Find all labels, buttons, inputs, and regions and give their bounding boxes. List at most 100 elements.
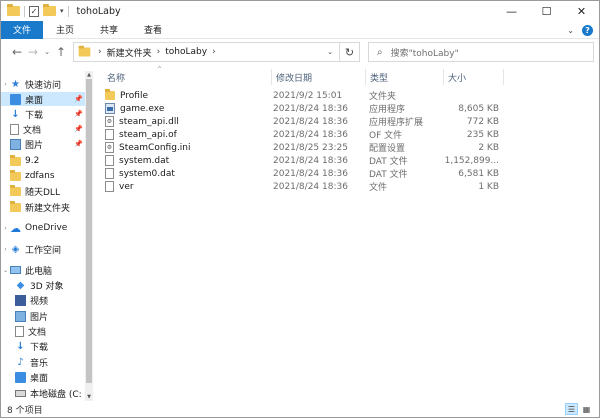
expand-icon[interactable]: › — [1, 81, 10, 88]
sidebar-label: 下载 — [30, 342, 49, 353]
pin-icon: 📌 — [74, 95, 83, 103]
scrollbar-thumb[interactable] — [86, 79, 92, 383]
recent-locations-button[interactable]: ⌄ — [41, 42, 53, 62]
tab-share[interactable]: 共享 — [87, 21, 131, 39]
file-row[interactable]: ver 2021/8/24 18:36 文件 1 KB — [105, 180, 597, 193]
sidebar-item-pictures[interactable]: 图片 📌 — [1, 137, 85, 151]
minimize-button[interactable]: — — [494, 1, 529, 21]
sidebar-item-local-disk[interactable]: 本地磁盘 (C: — [1, 386, 85, 400]
expand-icon[interactable]: › — [1, 246, 10, 253]
quick-access-toolbar: ✓ ▾ — [1, 4, 69, 17]
new-folder-icon[interactable] — [43, 4, 56, 16]
sidebar-item-3d-objects[interactable]: ◆ 3D 对象 — [1, 278, 85, 292]
help-icon[interactable]: ? — [582, 24, 593, 36]
file-type: 配置设置 — [369, 144, 406, 154]
sidebar-item-pc-downloads[interactable]: ↓ 下载 — [1, 339, 85, 353]
download-icon: ↓ — [11, 108, 20, 120]
title-bar: ✓ ▾ tohoLaby — ☐ ✕ — [1, 1, 599, 21]
breadcrumb-item[interactable]: tohoLaby — [165, 47, 207, 57]
sidebar-item-music[interactable]: ♪ 音乐 — [1, 355, 85, 369]
tab-home[interactable]: 主页 — [43, 21, 87, 39]
sidebar-label: 下载 — [25, 110, 44, 121]
file-row[interactable]: system.dat 2021/8/24 18:36 DAT 文件 1,152,… — [105, 154, 597, 167]
file-row[interactable]: Profile 2021/9/2 15:01 文件夹 — [105, 89, 597, 102]
config-icon: ⚙ — [105, 142, 114, 153]
sidebar-label: 新建文件夹 — [25, 203, 71, 214]
sidebar-item-pc-desktop[interactable]: 桌面 — [1, 370, 85, 384]
sidebar-item-this-pc[interactable]: ⌄ 此电脑 — [1, 263, 85, 277]
sidebar-item-quick-access[interactable]: › ★ 快速访问 — [1, 77, 85, 91]
window-controls: — ☐ ✕ — [494, 1, 599, 21]
sidebar-item-desktop[interactable]: 桌面 📌 — [1, 92, 85, 106]
large-icons-view-icon[interactable]: ▦ — [580, 403, 593, 415]
exe-icon — [105, 103, 115, 114]
breadcrumb-item[interactable]: 新建文件夹 — [107, 46, 152, 59]
expand-icon[interactable]: ⌄ — [1, 267, 10, 274]
sidebar-item-videos[interactable]: 视频 — [1, 293, 85, 307]
sidebar-item-folder-zdfans[interactable]: zdfans — [1, 169, 85, 183]
file-date: 2021/8/24 18:36 — [273, 116, 348, 127]
file-name: Profile — [120, 90, 148, 101]
sidebar-item-folder-9-2[interactable]: 9.2 — [1, 154, 85, 168]
sidebar-item-folder-dll[interactable]: 随天DLL — [1, 184, 85, 198]
sidebar-item-onedrive[interactable]: › ☁ OneDrive — [1, 221, 85, 235]
folder-icon — [10, 200, 21, 212]
refresh-button[interactable]: ↻ — [339, 43, 359, 61]
tab-view[interactable]: 查看 — [131, 21, 175, 39]
file-row[interactable]: steam_api.of 2021/8/24 18:36 OF 文件 235 K… — [105, 128, 597, 141]
file-type: DAT 文件 — [369, 157, 408, 167]
file-icon — [105, 168, 114, 179]
search-box[interactable]: ⌕ 搜索"tohoLaby" — [368, 42, 594, 62]
sidebar-scrollbar[interactable]: ▲ ▼ — [85, 71, 93, 401]
back-button[interactable]: ← — [9, 42, 25, 62]
search-placeholder: 搜索"tohoLaby" — [390, 48, 459, 59]
chevron-down-icon[interactable]: ▾ — [60, 7, 64, 15]
file-date: 2021/8/24 18:36 — [273, 155, 348, 166]
sidebar-item-documents[interactable]: 文档 📌 — [1, 122, 85, 136]
file-row[interactable]: game.exe 2021/8/24 18:36 应用程序 8,605 KB — [105, 102, 597, 115]
file-row[interactable]: ⚙ steam_api.dll 2021/8/24 18:36 应用程序扩展 77… — [105, 115, 597, 128]
column-header-size[interactable]: 大小 — [443, 69, 503, 85]
sidebar-label: 音乐 — [30, 358, 49, 369]
up-button[interactable]: ↑ — [53, 42, 69, 62]
forward-button[interactable]: → — [25, 42, 41, 62]
pictures-icon — [10, 138, 21, 150]
tab-file[interactable]: 文件 — [1, 20, 44, 39]
file-date: 2021/8/25 23:25 — [273, 142, 348, 153]
column-header-name[interactable]: 名称 — [103, 69, 273, 85]
desktop-icon — [10, 93, 21, 105]
close-button[interactable]: ✕ — [564, 1, 599, 21]
item-count: 8 个项目 — [7, 405, 43, 416]
sidebar-label: zdfans — [25, 171, 55, 181]
window-title: tohoLaby — [76, 5, 121, 17]
file-icon — [105, 129, 114, 140]
file-type: 应用程序 — [369, 105, 406, 115]
column-header-type[interactable]: 类型 — [365, 69, 443, 85]
music-icon: ♪ — [17, 356, 24, 368]
sidebar-item-pc-documents[interactable]: 文档 — [1, 324, 85, 338]
file-row[interactable]: system0.dat 2021/8/24 18:36 DAT 文件 6,581… — [105, 167, 597, 180]
address-bar[interactable]: › 新建文件夹 › tohoLaby › ⌄ ↻ — [73, 42, 360, 62]
ribbon-expand-icon[interactable]: ⌄ — [567, 26, 574, 35]
details-view-icon[interactable]: ☰ — [565, 403, 578, 415]
properties-icon[interactable]: ✓ — [29, 5, 39, 17]
column-header-date[interactable]: 修改日期 — [271, 69, 367, 85]
address-dropdown-icon[interactable]: ⌄ — [327, 43, 333, 61]
breadcrumb-separator[interactable]: › — [212, 47, 216, 57]
expand-icon[interactable]: › — [1, 225, 10, 232]
file-name: system.dat — [119, 155, 170, 166]
scroll-up-icon[interactable]: ▲ — [85, 72, 93, 78]
breadcrumb-separator[interactable]: › — [157, 47, 161, 57]
star-icon: ★ — [11, 78, 20, 90]
file-name: ver — [119, 181, 134, 192]
file-row[interactable]: ⚙ SteamConfig.ini 2021/8/25 23:25 配置设置 2 … — [105, 141, 597, 154]
pin-icon: 📌 — [74, 140, 83, 148]
maximize-button[interactable]: ☐ — [529, 1, 564, 21]
file-type: 应用程序扩展 — [369, 118, 424, 128]
sidebar-item-new-folder[interactable]: 新建文件夹 — [1, 200, 85, 214]
sidebar-item-downloads[interactable]: ↓ 下载 📌 — [1, 107, 85, 121]
file-type: 文件 — [369, 183, 388, 193]
sidebar-item-pc-pictures[interactable]: 图片 — [1, 309, 85, 323]
scroll-down-icon[interactable]: ▼ — [85, 394, 93, 400]
sidebar-item-workspace[interactable]: › ◈ 工作空间 — [1, 242, 85, 256]
